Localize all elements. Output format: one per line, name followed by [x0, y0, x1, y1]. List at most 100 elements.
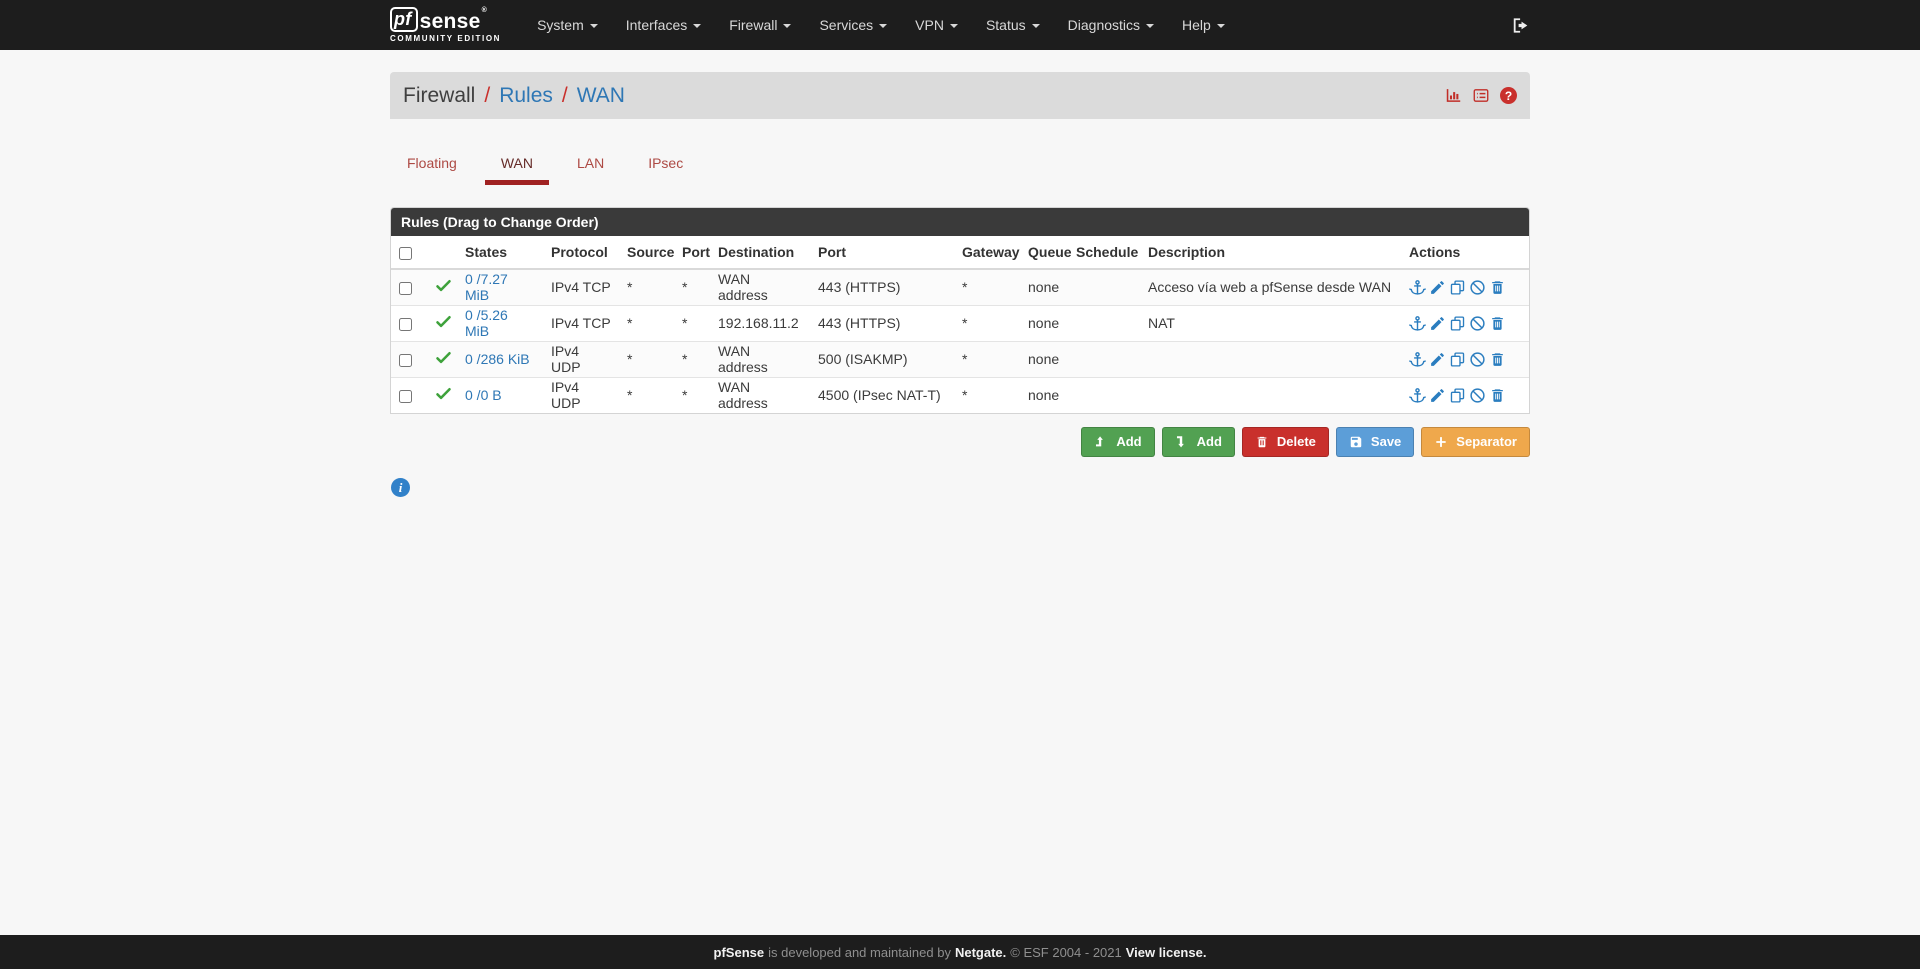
breadcrumb-bar: Firewall / Rules / WAN ?: [390, 72, 1530, 119]
trash-delete-icon[interactable]: [1489, 279, 1506, 296]
chevron-down-icon: [1216, 24, 1225, 28]
pfsense-logo[interactable]: pf sense ® COMMUNITY EDITION: [390, 7, 501, 43]
trash-delete-icon[interactable]: [1489, 387, 1506, 404]
add-rule-bottom-button[interactable]: Add: [1161, 427, 1235, 458]
copy-icon[interactable]: [1449, 279, 1466, 296]
ban-disable-icon[interactable]: [1469, 279, 1486, 296]
plus-icon: [1434, 435, 1448, 449]
col-destination: Destination: [710, 236, 810, 270]
ban-disable-icon[interactable]: [1469, 351, 1486, 368]
footer-copyright: © ESF 2004 - 2021: [1010, 944, 1122, 960]
row-checkbox[interactable]: [399, 390, 412, 404]
footer-text: is developed and maintained by: [768, 944, 951, 960]
ban-disable-icon[interactable]: [1469, 387, 1486, 404]
row-checkbox[interactable]: [399, 317, 412, 331]
pencil-edit-icon[interactable]: [1429, 315, 1446, 332]
tab-ipsec[interactable]: IPsec: [632, 145, 699, 185]
page-header-icons: ?: [1445, 87, 1517, 104]
breadcrumb-link-rules[interactable]: Rules: [499, 84, 553, 108]
pencil-edit-icon[interactable]: [1429, 387, 1446, 404]
tab-lan[interactable]: LAN: [561, 145, 620, 185]
anchor-icon[interactable]: [1409, 351, 1426, 368]
panel-title: Rules (Drag to Change Order): [391, 208, 1529, 236]
menu-status[interactable]: Status: [972, 0, 1054, 50]
trash-delete-icon[interactable]: [1489, 315, 1506, 332]
rules-panel: Rules (Drag to Change Order) States Prot…: [390, 207, 1530, 414]
trash-delete-icon[interactable]: [1489, 351, 1506, 368]
menu-system[interactable]: System: [523, 0, 612, 50]
copy-icon[interactable]: [1449, 351, 1466, 368]
col-states: States: [457, 236, 543, 270]
states-link[interactable]: 0 /0 B: [465, 387, 502, 403]
col-actions: Actions: [1401, 236, 1529, 270]
states-link[interactable]: 0 /5.26 MiB: [465, 307, 508, 339]
chevron-down-icon: [949, 24, 958, 28]
anchor-icon[interactable]: [1409, 387, 1426, 404]
bar-chart-icon[interactable]: [1445, 87, 1462, 104]
page-footer: pfSense is developed and maintained by N…: [0, 935, 1920, 969]
copy-icon[interactable]: [1449, 315, 1466, 332]
col-dst-port: Port: [810, 236, 954, 270]
anchor-icon[interactable]: [1409, 315, 1426, 332]
menu-services[interactable]: Services: [805, 0, 901, 50]
help-question-icon[interactable]: ?: [1500, 87, 1517, 104]
registered-mark: ®: [481, 7, 488, 14]
rule-row[interactable]: 0 /0 B IPv4 UDP * * WAN address 4500 (IP…: [391, 376, 1529, 413]
states-link[interactable]: 0 /7.27 MiB: [465, 271, 508, 303]
pencil-edit-icon[interactable]: [1429, 279, 1446, 296]
interface-tabs: Floating WAN LAN IPsec: [390, 145, 1530, 185]
pencil-edit-icon[interactable]: [1429, 351, 1446, 368]
states-link[interactable]: 0 /286 KiB: [465, 351, 530, 367]
breadcrumb-separator: /: [561, 83, 568, 107]
floppy-save-icon: [1349, 435, 1363, 449]
menu-help[interactable]: Help: [1168, 0, 1239, 50]
menu-firewall[interactable]: Firewall: [715, 0, 805, 50]
community-edition-label: COMMUNITY EDITION: [390, 34, 502, 43]
tab-wan[interactable]: WAN: [484, 145, 549, 185]
breadcrumb-link-wan[interactable]: WAN: [577, 84, 625, 108]
level-down-icon: [1175, 435, 1189, 449]
col-src-port: Port: [674, 236, 710, 270]
menu-vpn[interactable]: VPN: [901, 0, 972, 50]
breadcrumb-section: Firewall: [403, 83, 476, 107]
menu-interfaces[interactable]: Interfaces: [612, 0, 715, 50]
copy-icon[interactable]: [1449, 387, 1466, 404]
info-icon[interactable]: i: [391, 478, 410, 498]
chevron-down-icon: [693, 24, 702, 28]
add-separator-button[interactable]: Separator: [1421, 427, 1530, 458]
sign-out-icon[interactable]: [1511, 16, 1530, 35]
rule-row[interactable]: 0 /5.26 MiB IPv4 TCP * * 192.168.11.2 44…: [391, 304, 1529, 341]
footer-brand: pfSense: [713, 944, 765, 960]
pfsense-logo-pf: pf: [390, 7, 418, 32]
pass-check-icon: [435, 277, 452, 294]
menu-diagnostics[interactable]: Diagnostics: [1054, 0, 1168, 50]
col-gateway: Gateway: [954, 236, 1020, 270]
tab-floating[interactable]: Floating: [391, 145, 473, 185]
col-source: Source: [619, 236, 674, 270]
chevron-down-icon: [1031, 24, 1040, 28]
footer-netgate-link[interactable]: Netgate.: [955, 945, 1006, 960]
save-button[interactable]: Save: [1335, 427, 1415, 458]
ban-disable-icon[interactable]: [1469, 315, 1486, 332]
add-rule-top-button[interactable]: Add: [1081, 427, 1155, 458]
breadcrumb-separator: /: [484, 83, 491, 107]
anchor-icon[interactable]: [1409, 279, 1426, 296]
col-description: Description: [1140, 236, 1401, 270]
select-all-checkbox[interactable]: [399, 246, 412, 260]
col-queue: Queue: [1020, 236, 1072, 270]
col-protocol: Protocol: [543, 236, 619, 270]
row-checkbox[interactable]: [399, 353, 412, 367]
delete-rules-button[interactable]: Delete: [1241, 427, 1329, 458]
page-content: Firewall / Rules / WAN ? Floating WAN LA…: [390, 72, 1530, 498]
table-header-row: States Protocol Source Port Destination …: [391, 236, 1529, 270]
rule-row[interactable]: 0 /7.27 MiB IPv4 TCP * * WAN address 443…: [391, 268, 1529, 305]
breadcrumb: Firewall / Rules / WAN: [403, 84, 625, 108]
footer-license-link[interactable]: View license.: [1126, 945, 1207, 960]
rules-table: States Protocol Source Port Destination …: [391, 236, 1529, 413]
row-checkbox[interactable]: [399, 282, 412, 296]
rules-action-buttons: Add Add Delete Save Separator: [390, 427, 1530, 458]
chevron-down-icon: [1146, 24, 1155, 28]
rule-row[interactable]: 0 /286 KiB IPv4 UDP * * WAN address 500 …: [391, 340, 1529, 377]
level-up-icon: [1094, 435, 1108, 449]
log-list-icon[interactable]: [1472, 87, 1490, 104]
